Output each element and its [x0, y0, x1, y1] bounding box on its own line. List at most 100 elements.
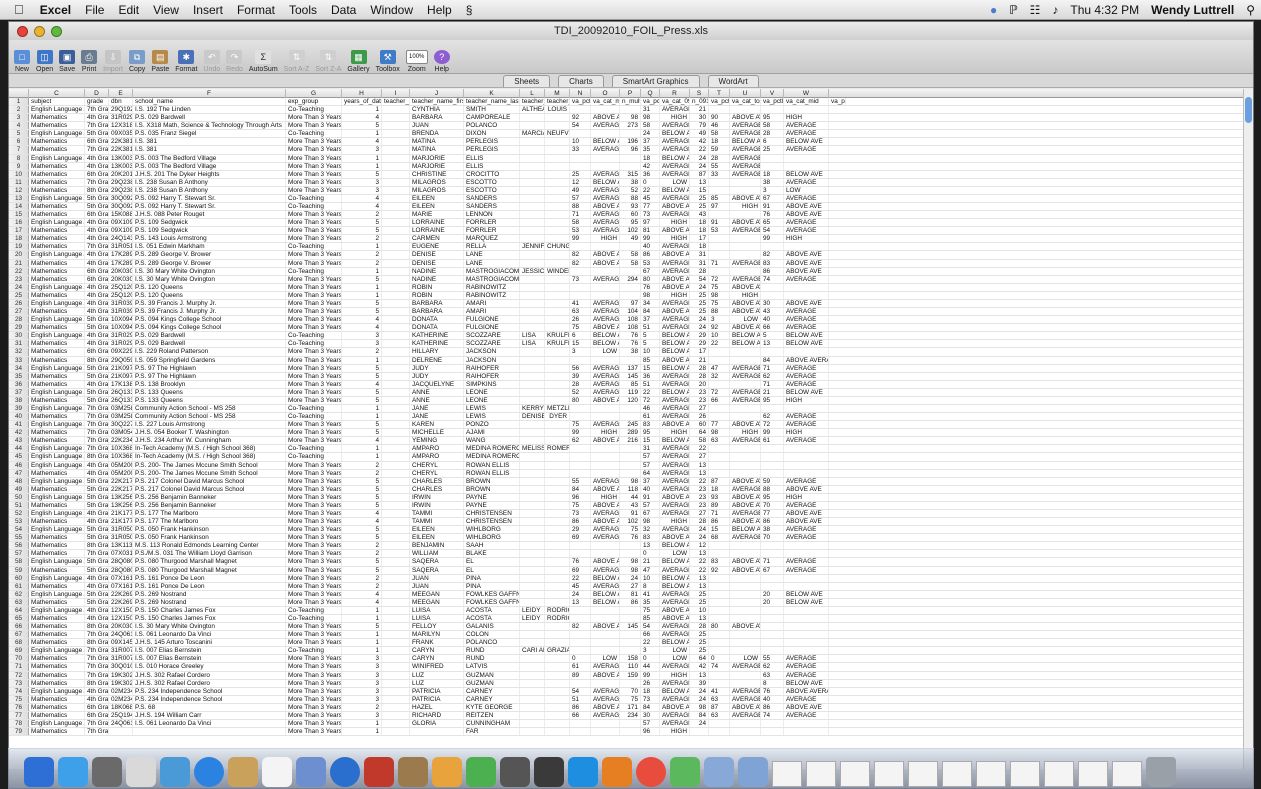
table-cell[interactable]: 24 — [690, 695, 709, 703]
table-cell[interactable]: 61 — [570, 663, 591, 671]
table-cell[interactable]: NADINE — [410, 275, 464, 283]
table-cell[interactable]: ROBIN — [410, 291, 464, 299]
table-cell[interactable] — [520, 453, 545, 461]
table-cell[interactable] — [545, 178, 570, 186]
table-cell[interactable] — [520, 518, 545, 526]
table-cell[interactable]: ROMERO — [545, 445, 570, 453]
table-cell[interactable]: 70 — [761, 534, 784, 542]
table-cell[interactable]: LOW — [660, 178, 690, 186]
table-cell[interactable]: ABOVE AVE — [730, 493, 761, 501]
table-cell[interactable]: 5th Grade — [85, 534, 109, 542]
table-cell[interactable]: KRULFEIFER — [545, 340, 570, 348]
table-cell[interactable] — [545, 631, 570, 639]
table-cell[interactable]: AVERAGE — [591, 308, 620, 316]
table-cell[interactable] — [761, 291, 784, 299]
table-cell[interactable]: 0 — [641, 550, 660, 558]
table-cell[interactable]: Mathematics — [29, 114, 85, 122]
table-cell[interactable]: HIGH — [660, 671, 690, 679]
table-cell[interactable]: 0 — [709, 655, 730, 663]
table-cell[interactable]: 4 — [342, 380, 382, 388]
table-cell[interactable]: 4th Grade — [85, 615, 109, 623]
table-cell[interactable]: 3 — [342, 178, 382, 186]
table-cell[interactable]: AVERAGE — [784, 372, 829, 380]
table-cell[interactable] — [382, 130, 410, 138]
table-cell[interactable]: Co-Teaching — [286, 332, 342, 340]
table-cell[interactable] — [761, 574, 784, 582]
table-cell[interactable]: 13 — [690, 461, 709, 469]
table-cell[interactable]: AVERAGE — [660, 316, 690, 324]
table-cell[interactable]: 95 — [761, 114, 784, 122]
table-cell[interactable]: 25 — [690, 308, 709, 316]
table-cell[interactable]: AVERAGE — [784, 146, 829, 154]
table-cell[interactable]: 5th Grade — [85, 598, 109, 606]
table-cell[interactable]: 98 — [641, 114, 660, 122]
table-cell[interactable] — [382, 631, 410, 639]
table-cell[interactable]: Mathematics — [29, 259, 85, 267]
table-cell[interactable]: BELOW AVE — [784, 332, 829, 340]
row-number[interactable]: 30 — [9, 332, 29, 340]
table-cell[interactable]: 57 — [641, 453, 660, 461]
table-cell[interactable]: 22 — [570, 574, 591, 582]
table-cell[interactable]: 7th Grade — [85, 655, 109, 663]
table-cell[interactable] — [520, 388, 545, 396]
table-cell[interactable]: English Language Arts — [29, 647, 85, 655]
table-cell[interactable] — [382, 227, 410, 235]
table-cell[interactable]: 6th Grade — [85, 138, 109, 146]
table-cell[interactable] — [520, 485, 545, 493]
table-cell[interactable]: 6th Grade — [85, 267, 109, 275]
table-cell[interactable]: 58 — [620, 259, 641, 267]
table-cell[interactable]: P.S. 050 Frank Hankinson — [133, 534, 286, 542]
table-cell[interactable]: MARIE — [410, 211, 464, 219]
table-cell[interactable]: 30Q010 — [109, 663, 133, 671]
spreadsheet-grid[interactable]: CDEFGHIJKLMNOPQRSTUVW 1 subject grade dbn sc… — [9, 89, 1245, 769]
table-cell[interactable]: AVERAGE — [591, 219, 620, 227]
table-cell[interactable]: ABOVE AVE — [784, 299, 829, 308]
table-cell[interactable] — [570, 413, 591, 421]
table-cell[interactable] — [545, 421, 570, 429]
table-cell[interactable]: 24 — [690, 162, 709, 170]
row-number[interactable]: 47 — [9, 469, 29, 477]
table-cell[interactable]: LORRAINE — [410, 227, 464, 235]
table-cell[interactable]: 3 — [342, 146, 382, 154]
table-cell[interactable]: BELOW AVE — [730, 526, 761, 534]
table-cell[interactable]: 245 — [620, 421, 641, 429]
table-cell[interactable]: 0 — [641, 178, 660, 186]
table-cell[interactable] — [545, 695, 570, 703]
table-cell[interactable] — [761, 542, 784, 550]
preview-icon[interactable] — [126, 757, 156, 787]
row-number[interactable]: 59 — [9, 566, 29, 574]
table-cell[interactable] — [545, 348, 570, 356]
table-cell[interactable]: 88 — [709, 308, 730, 316]
table-cell[interactable]: J.H.S. 234 Arthur W. Cunningham — [133, 437, 286, 445]
table-cell[interactable]: 23 — [690, 493, 709, 501]
table-cell[interactable] — [730, 356, 761, 364]
table-cell[interactable]: 30 — [690, 114, 709, 122]
table-cell[interactable]: ABOVE AVERAGE — [784, 356, 829, 364]
table-cell[interactable]: ABOVE AVE — [591, 203, 620, 211]
table-cell[interactable] — [520, 631, 545, 639]
table-cell[interactable]: Mathematics — [29, 542, 85, 550]
table-cell[interactable] — [520, 566, 545, 574]
table-cell[interactable]: AVERAGE — [660, 711, 690, 720]
table-cell[interactable]: 5th Grade — [85, 493, 109, 501]
table-cell[interactable] — [520, 380, 545, 388]
table-cell[interactable]: Co-Teaching — [286, 647, 342, 655]
row-number[interactable]: 58 — [9, 558, 29, 566]
table-cell[interactable]: LISA — [520, 340, 545, 348]
table-cell[interactable]: 8th Grade — [85, 623, 109, 631]
table-cell[interactable]: 54 — [570, 687, 591, 695]
table-cell[interactable] — [545, 534, 570, 542]
table-cell[interactable]: BELOW AVE — [591, 590, 620, 598]
table-cell[interactable]: 28 — [570, 380, 591, 388]
table-cell[interactable]: SMITH — [464, 106, 520, 114]
table-cell[interactable]: 29Q192 — [109, 106, 133, 114]
table-cell[interactable]: 34 — [641, 299, 660, 308]
table-cell[interactable]: 22K381 — [109, 138, 133, 146]
table-cell[interactable]: YEMING — [410, 437, 464, 445]
table-cell[interactable] — [545, 703, 570, 711]
table-cell[interactable]: 79 — [690, 122, 709, 130]
table-cell[interactable]: 6th Grade — [85, 703, 109, 711]
table-cell[interactable]: RODRIGUEZ — [545, 606, 570, 614]
table-cell[interactable]: 2 — [342, 582, 382, 590]
table-cell[interactable]: Mathematics — [29, 631, 85, 639]
